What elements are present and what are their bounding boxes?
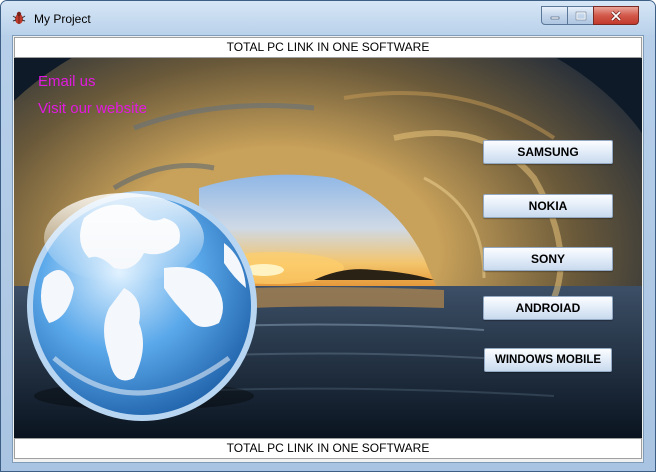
globe-icon [27, 191, 257, 421]
maximize-icon [568, 7, 593, 24]
maximize-button[interactable] [567, 6, 594, 25]
minimize-icon [542, 7, 567, 24]
email-us-link[interactable]: Email us [38, 73, 96, 90]
sony-button[interactable]: SONY [483, 247, 613, 271]
title-bar[interactable]: My Project [1, 1, 655, 35]
close-icon [594, 7, 638, 24]
windows-mobile-button[interactable]: WINDOWS MOBILE [484, 348, 612, 372]
app-window: My Project TOTAL PC LINK IN ONE SOFTWARE [0, 0, 656, 472]
samsung-button[interactable]: SAMSUNG [483, 140, 613, 164]
nokia-button[interactable]: NOKIA [483, 194, 613, 218]
android-button[interactable]: ANDROIAD [483, 296, 613, 320]
visit-website-link[interactable]: Visit our website [38, 100, 147, 117]
top-banner: TOTAL PC LINK IN ONE SOFTWARE [14, 37, 642, 58]
client-area: TOTAL PC LINK IN ONE SOFTWARE Email us V… [12, 35, 644, 463]
close-button[interactable] [593, 6, 639, 25]
wave-background-image: Email us Visit our website SAMSUNG NOKIA… [14, 58, 642, 438]
bottom-banner: TOTAL PC LINK IN ONE SOFTWARE [14, 438, 642, 459]
minimize-button[interactable] [541, 6, 568, 25]
window-title: My Project [34, 12, 91, 26]
app-bug-icon [12, 11, 26, 24]
